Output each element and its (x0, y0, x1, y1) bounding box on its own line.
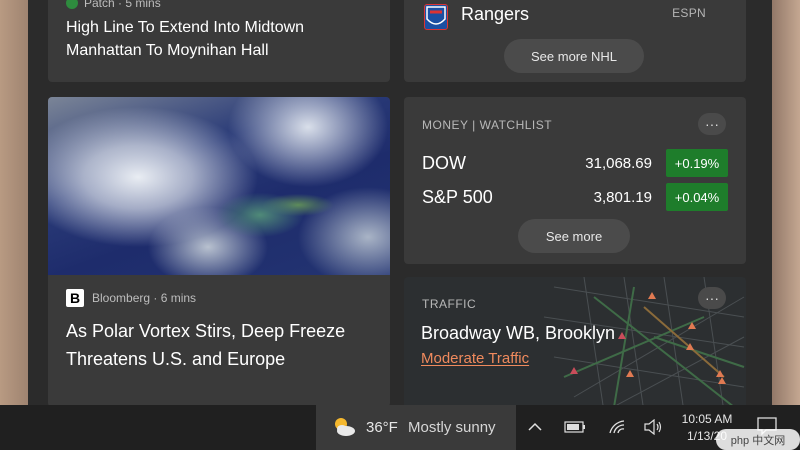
watchlist-row[interactable]: DOW 31,068.69 +0.19% (422, 149, 728, 177)
ticker-value: 3,801.19 (593, 189, 652, 206)
wifi-icon[interactable] (606, 417, 628, 437)
see-more-nhl-button[interactable]: See more NHL (504, 39, 644, 73)
card-header: MONEY | WATCHLIST (422, 118, 553, 132)
article-source: B Bloomberg · 6 mins (66, 289, 196, 307)
traffic-location: Broadway WB, Brooklyn (421, 323, 616, 343)
traffic-status-link[interactable]: Moderate Traffic (421, 350, 529, 367)
volume-icon[interactable] (641, 417, 665, 437)
ticker-name: S&P 500 (422, 187, 493, 207)
article-source-label: Patch · 5 mins (84, 0, 161, 10)
patch-logo-icon (66, 0, 78, 9)
rangers-logo-icon (424, 4, 448, 30)
more-options-button[interactable]: ··· (698, 113, 726, 135)
traffic-card[interactable]: TRAFFIC ··· Broadway WB, Brooklyn Modera… (404, 277, 746, 412)
provider-label: ESPN (672, 6, 706, 20)
shield-icon (426, 6, 446, 25)
battery-icon[interactable] (563, 417, 587, 437)
partly-sunny-icon (335, 418, 355, 436)
card-header: TRAFFIC (422, 297, 477, 311)
weather-temperature: 36°F (366, 419, 398, 436)
news-card-patch[interactable]: Patch · 5 mins High Line To Extend Into … (48, 0, 390, 82)
weather-condition: Mostly sunny (408, 419, 496, 436)
watchlist-row[interactable]: S&P 500 3,801.19 +0.04% (422, 183, 728, 211)
nhl-scores-card: Rangers ESPN See more NHL (404, 0, 746, 82)
watermark: php 中文网 (716, 429, 800, 450)
weather-widget-button[interactable]: 36°F Mostly sunny (316, 405, 516, 450)
article-source: Patch · 5 mins (66, 0, 161, 10)
news-card-bloomberg[interactable]: B Bloomberg · 6 mins As Polar Vortex Sti… (48, 97, 390, 407)
watermark-label: php 中文网 (730, 434, 786, 447)
bloomberg-logo-icon: B (66, 289, 84, 307)
article-title[interactable]: As Polar Vortex Stirs, Deep Freeze Threa… (66, 317, 366, 373)
ticker-change-badge: +0.19% (666, 149, 728, 177)
taskbar: 36°F Mostly sunny 10:05 AM 1/13/20 php 中… (0, 405, 800, 450)
ticker-value: 31,068.69 (585, 155, 652, 172)
article-title[interactable]: High Line To Extend Into Midtown Manhatt… (66, 16, 366, 62)
ticker-name: DOW (422, 153, 466, 173)
see-more-button[interactable]: See more (518, 219, 630, 253)
article-source-label: Bloomberg · 6 mins (92, 291, 197, 305)
chevron-up-icon[interactable] (525, 417, 545, 437)
money-watchlist-card: MONEY | WATCHLIST ··· DOW 31,068.69 +0.1… (404, 97, 746, 264)
more-options-button[interactable]: ··· (698, 287, 726, 309)
team-name[interactable]: Rangers (461, 4, 529, 25)
clock-time: 10:05 AM (681, 412, 733, 426)
ticker-change-badge: +0.04% (666, 183, 728, 211)
satellite-weather-image[interactable] (48, 97, 390, 275)
